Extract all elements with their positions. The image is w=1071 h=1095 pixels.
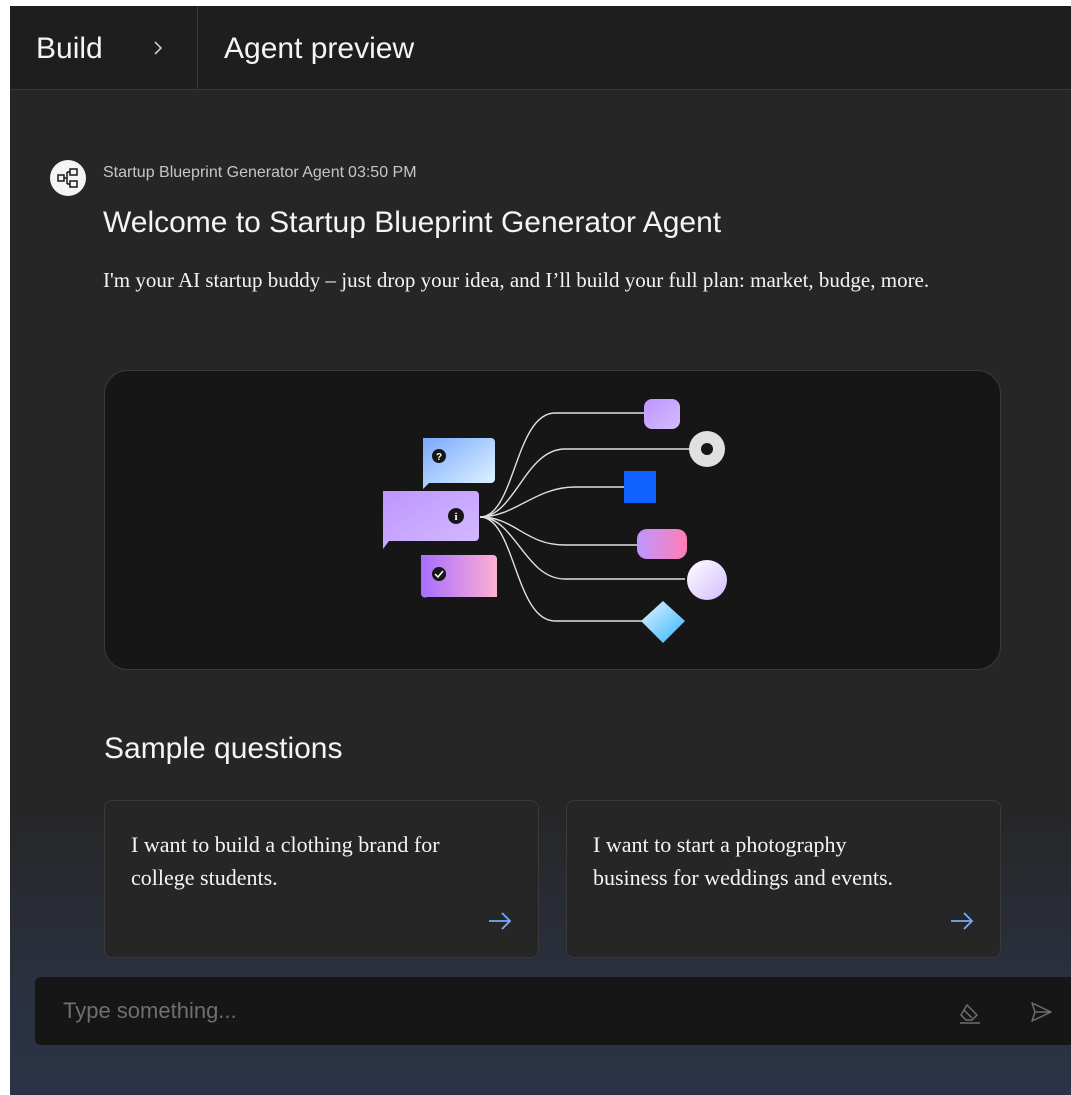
- eraser-icon[interactable]: [957, 999, 983, 1025]
- page-title: Agent preview: [224, 32, 415, 65]
- sample-questions-title: Sample questions: [104, 732, 343, 765]
- welcome-title: Welcome to Startup Blueprint Generator A…: [103, 206, 722, 239]
- sender-name: Startup Blueprint Generator Agent: [103, 164, 345, 181]
- workflow-icon: [57, 168, 78, 188]
- message-meta: Startup Blueprint Generator Agent 03:50 P…: [103, 164, 421, 182]
- agent-preview-window: Build Agent preview Startup Blueprint Ge…: [10, 6, 1071, 1095]
- arrow-right-icon: [951, 912, 974, 930]
- message-time: 03:50 PM: [348, 164, 417, 181]
- workflow-illustration: ? i: [383, 399, 727, 643]
- chat-input[interactable]: [63, 991, 923, 1031]
- sample-question-card-clothing[interactable]: I want to build a clothing brand for col…: [104, 800, 539, 958]
- chat-input-bar: [35, 977, 1071, 1045]
- send-icon[interactable]: [1028, 999, 1054, 1025]
- hero-illustration: ? i: [104, 370, 1001, 670]
- arrow-right-icon: [489, 912, 512, 930]
- svg-text:?: ?: [436, 452, 442, 463]
- sample-question-card-photography[interactable]: I want to start a photography business f…: [566, 800, 1001, 958]
- header: Build Agent preview: [10, 6, 1071, 90]
- welcome-text: I'm your AI startup buddy – just drop yo…: [103, 268, 930, 292]
- sample-question-text: I want to start a photography business f…: [593, 832, 894, 890]
- chevron-right-icon: [154, 41, 163, 55]
- sample-question-text: I want to build a clothing brand for col…: [131, 832, 440, 890]
- svg-text:i: i: [454, 511, 457, 523]
- agent-avatar: [50, 160, 86, 196]
- breadcrumb-build[interactable]: Build: [36, 32, 103, 66]
- header-divider: [197, 6, 198, 90]
